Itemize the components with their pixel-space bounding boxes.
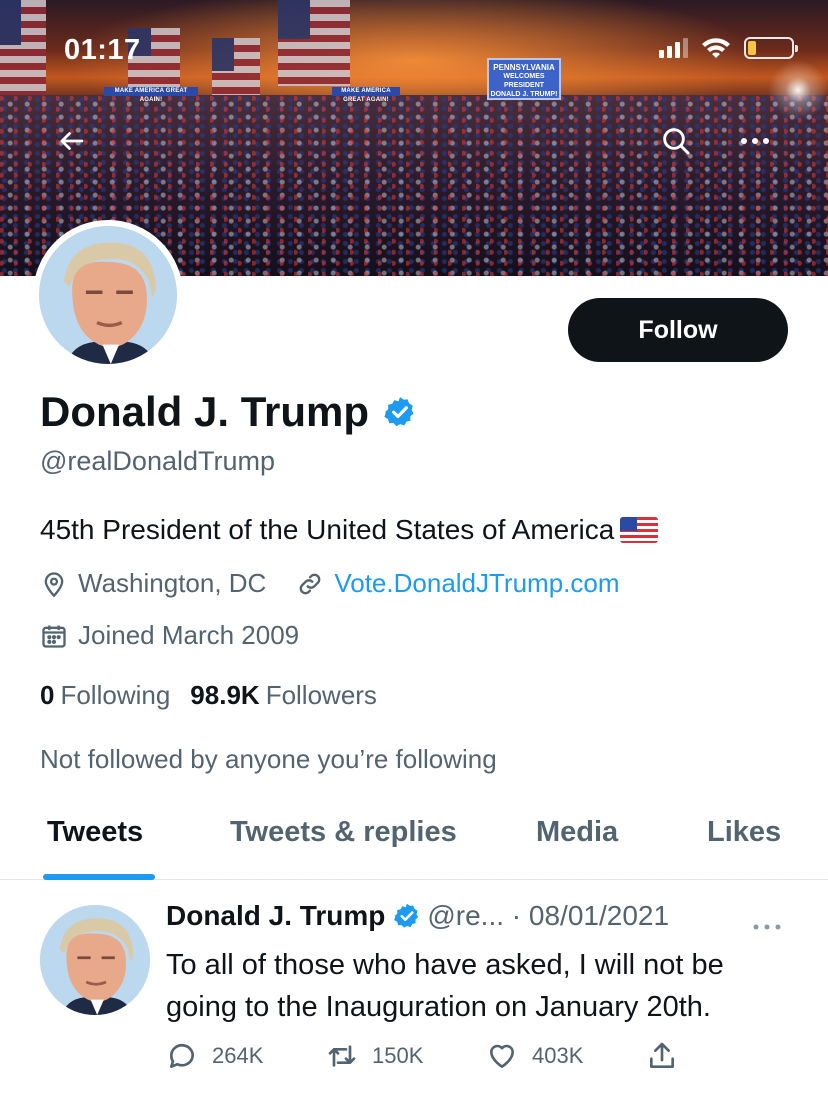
not-followed-notice: Not followed by anyone you’re following (40, 744, 497, 774)
reply-count: 264K (212, 1043, 264, 1068)
retweet-button[interactable]: 150K (326, 1040, 423, 1072)
back-button[interactable] (44, 113, 100, 169)
tweet-handle-date: @re... · 08/01/2021 (427, 900, 670, 931)
tab-tweets[interactable]: Tweets (47, 816, 143, 849)
banner-sign-line: DONALD J. TRUMP! (490, 91, 558, 98)
profile-website-link[interactable]: Vote.DonaldJTrump.com (296, 568, 620, 599)
banner-light (768, 60, 828, 120)
profile-tabs: Tweets Tweets & replies Media Likes (0, 796, 828, 880)
like-count: 403K (532, 1043, 584, 1068)
avatar-image (39, 226, 177, 364)
following-count: 0 (40, 680, 55, 710)
profile-handle: @realDonaldTrump (40, 446, 275, 476)
link-icon (296, 570, 324, 598)
website-text[interactable]: Vote.DonaldJTrump.com (334, 568, 619, 599)
tweet-actions: 264K 150K 403K (166, 1040, 786, 1080)
profile-bio: 45th President of the United States of A… (40, 514, 659, 546)
tweet-header: Donald J. Trump @re... · 08/01/2021 (166, 900, 669, 932)
profile-name: Donald J. Trump (40, 388, 370, 435)
verified-badge-icon (384, 397, 414, 427)
tweet-text: To all of those who have asked, I will n… (166, 949, 724, 1023)
bio-text: 45th President of the United States of A… (40, 514, 615, 545)
cellular-signal-icon (659, 38, 688, 58)
like-button[interactable]: 403K (486, 1040, 583, 1072)
profile-location: Washington, DC (78, 568, 267, 598)
search-icon (663, 128, 690, 155)
retweet-icon (328, 1045, 356, 1067)
share-icon (650, 1042, 674, 1068)
battery-icon (744, 37, 798, 59)
reply-button[interactable]: 264K (166, 1040, 263, 1072)
banner-sign-line: WELCOMES (503, 73, 545, 80)
profile-joined: Joined March 2009 (78, 620, 300, 650)
reply-icon (169, 1043, 194, 1068)
more-horizontal-icon (753, 924, 781, 930)
profile-stats: 0 Following 98.9K Followers (40, 680, 377, 711)
retweet-count: 150K (372, 1043, 424, 1068)
tweet-more-button[interactable] (752, 910, 782, 938)
follow-button[interactable]: Follow (568, 298, 788, 362)
tweet-avatar-image (40, 905, 150, 1015)
tab-likes[interactable]: Likes (707, 816, 781, 849)
tab-media[interactable]: Media (536, 816, 618, 849)
more-button[interactable] (727, 113, 783, 169)
status-time: 01:17 (64, 34, 141, 66)
tab-tweets-replies[interactable]: Tweets & replies (230, 816, 457, 849)
banner-sign-line: PENNSYLVANIA (493, 63, 555, 72)
tweet-avatar[interactable] (40, 905, 150, 1015)
profile-meta-row: Washington, DC Vote.DonaldJTrump.com (40, 568, 620, 599)
banner-sign-mid: MAKE AMERICA GREAT AGAIN! (332, 87, 400, 103)
wifi-icon (702, 38, 730, 58)
us-flag-icon (620, 517, 659, 543)
active-tab-indicator (43, 874, 155, 880)
following-link[interactable]: 0 Following (40, 680, 170, 711)
heart-icon (490, 1044, 514, 1068)
share-button[interactable] (646, 1040, 678, 1072)
profile-name-row: Donald J. Trump (40, 388, 417, 436)
following-label: Following (60, 680, 171, 710)
location-pin-icon (40, 570, 68, 598)
banner-sign-left: MAKE AMERICA GREAT AGAIN! (104, 87, 198, 103)
banner-sign-line: PRESIDENT (503, 82, 545, 89)
followers-link[interactable]: 98.9K Followers (190, 680, 377, 711)
verified-badge-icon (394, 903, 419, 928)
banner-sign-main: PENNSYLVANIA WELCOMES PRESIDENT DONALD J… (487, 58, 561, 100)
profile-avatar[interactable] (33, 220, 183, 370)
banner-flag (278, 0, 350, 86)
status-icons (659, 36, 798, 60)
followers-count: 98.9K (190, 680, 260, 710)
profile-joined-row: Joined March 2009 (40, 620, 299, 651)
tweet-author-name[interactable]: Donald J. Trump (166, 900, 385, 932)
arrow-left-icon (60, 132, 84, 150)
followers-label: Followers (265, 680, 377, 710)
banner-flag (0, 0, 46, 100)
calendar-icon (40, 622, 68, 650)
more-horizontal-icon (741, 138, 769, 144)
search-button[interactable] (648, 113, 704, 169)
